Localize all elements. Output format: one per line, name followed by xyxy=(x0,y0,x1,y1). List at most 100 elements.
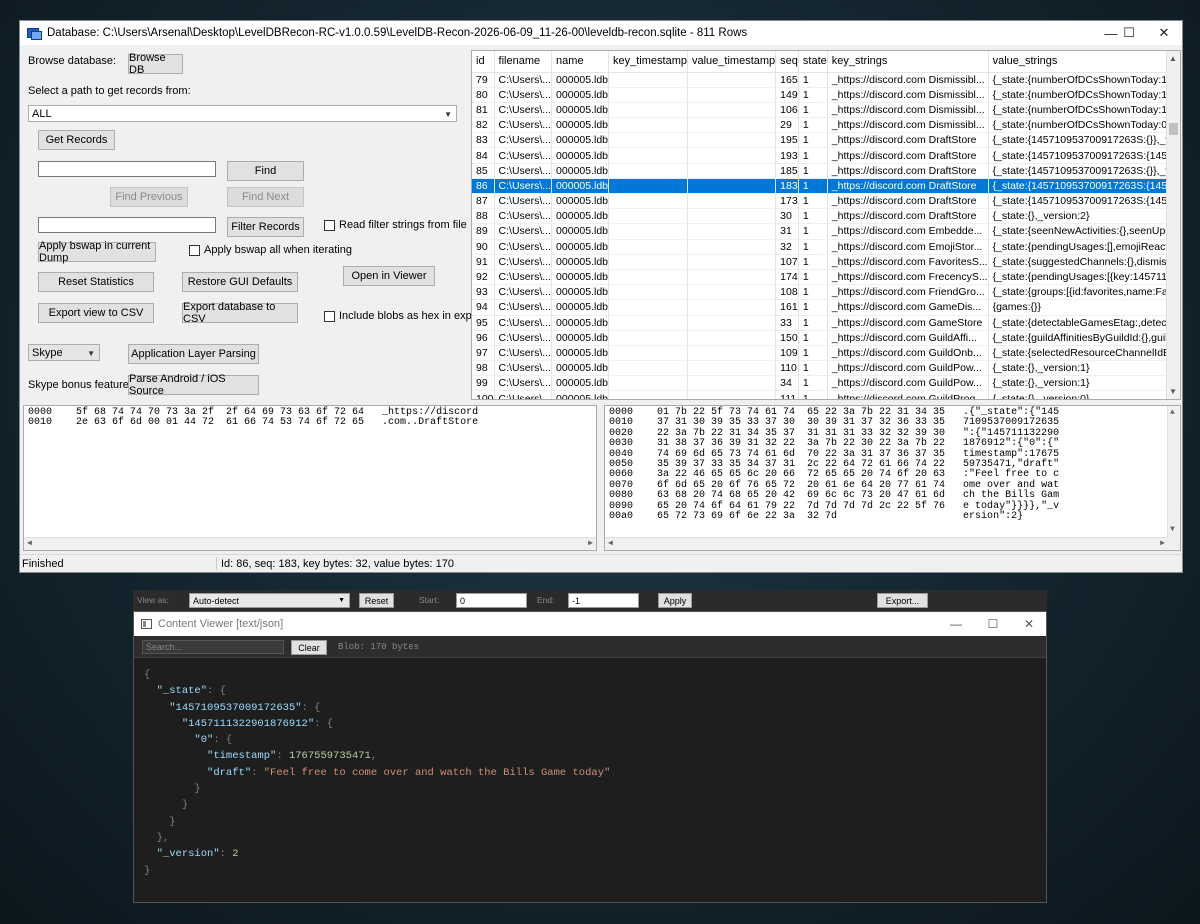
scroll-up-icon[interactable]: ▲ xyxy=(1170,408,1175,418)
table-row[interactable]: 85 C:\Users\... 000005.ldb 185 1 _https://dis… xyxy=(472,163,1180,179)
table-cell: _https://discord.com Dismissibl... xyxy=(827,87,989,103)
export-view-csv-button[interactable]: Export view to CSV xyxy=(38,303,154,323)
table-row[interactable]: 86 C:\Users\... 000005.ldb 183 1 _https://dis… xyxy=(472,178,1180,195)
search-input[interactable]: Search... xyxy=(142,640,284,654)
table-cell: 29 xyxy=(775,117,799,134)
path-combo[interactable]: ALL ▼ xyxy=(28,105,457,122)
open-in-viewer-button[interactable]: Open in Viewer xyxy=(343,266,435,286)
find-button[interactable]: Find xyxy=(227,161,304,181)
export-button[interactable]: Export... xyxy=(877,593,928,608)
json-view[interactable]: { "_state": { "1457109537009172635": { "… xyxy=(134,658,1046,903)
reset-statistics-button[interactable]: Reset Statistics xyxy=(38,272,154,292)
table-row[interactable]: 80 C:\Users\... 000005.ldb 149 1 _https://dis… xyxy=(472,87,1180,103)
apply-bswap-all-checkbox[interactable]: Apply bswap all when iterating xyxy=(189,244,352,256)
table-row[interactable]: 83 C:\Users\... 000005.ldb 195 1 _https://dis… xyxy=(472,132,1180,149)
viewer-maximize-button[interactable]: ☐ xyxy=(976,612,1010,636)
table-row[interactable]: 82 C:\Users\... 000005.ldb 29 1 _https://disc… xyxy=(472,117,1180,134)
json-line: "draft": "Feel free to come over and wat… xyxy=(207,766,611,779)
scroll-thumb[interactable] xyxy=(1169,123,1178,135)
apply-button[interactable]: Apply xyxy=(658,593,692,608)
find-next-button[interactable]: Find Next xyxy=(227,187,304,207)
find-input[interactable] xyxy=(38,161,216,177)
table-cell: 34 xyxy=(775,375,799,392)
close-button[interactable]: ✕ xyxy=(1147,21,1181,45)
table-row[interactable]: 99 C:\Users\... 000005.ldb 34 1 _https://disc… xyxy=(472,375,1180,392)
table-row[interactable]: 94 C:\Users\... 000005.ldb 161 1 _https://dis… xyxy=(472,299,1180,316)
column-header-key-strings[interactable]: key_strings xyxy=(827,51,989,73)
application-layer-parsing-button[interactable]: Application Layer Parsing xyxy=(128,344,259,364)
value-hex-vertical-scrollbar[interactable]: ▲ ▼ xyxy=(1167,406,1180,550)
viewer-close-button[interactable]: ✕ xyxy=(1012,612,1046,636)
table-row[interactable]: 81 C:\Users\... 000005.ldb 106 1 _https://dis… xyxy=(472,102,1180,119)
start-input[interactable]: 0 xyxy=(456,593,527,608)
table-cell: 000005.ldb xyxy=(551,178,610,195)
view-as-combo[interactable]: Auto-detect ▼ xyxy=(189,593,350,608)
skype-combo[interactable]: Skype ▼ xyxy=(28,344,100,361)
key-hex-view[interactable]: 0000 5f 68 74 74 70 73 3a 2f 2f 64 69 73… xyxy=(23,405,597,551)
table-cell: _https://discord.com GuildPow... xyxy=(827,360,989,377)
table-cell: 95 xyxy=(472,315,495,331)
scroll-up-icon[interactable]: ▲ xyxy=(1169,54,1177,63)
restore-gui-defaults-button[interactable]: Restore GUI Defaults xyxy=(182,272,298,292)
table-cell: 1 xyxy=(798,375,828,392)
table-cell xyxy=(608,330,688,346)
table-row[interactable]: 90 C:\Users\... 000005.ldb 32 1 _https://disc… xyxy=(472,239,1180,255)
table-row[interactable]: 84 C:\Users\... 000005.ldb 193 1 _https://dis… xyxy=(472,147,1180,164)
column-header-filename[interactable]: filename xyxy=(494,51,553,73)
json-line: "timestamp": 1767559735471, xyxy=(207,750,378,763)
table-row[interactable]: 97 C:\Users\... 000005.ldb 109 1 _https://dis… xyxy=(472,345,1180,362)
table-row[interactable]: 89 C:\Users\... 000005.ldb 31 1 _https://disc… xyxy=(472,223,1180,240)
table-row[interactable]: 98 C:\Users\... 000005.ldb 110 1 _https://dis… xyxy=(472,360,1180,377)
browse-db-button[interactable]: Browse DB xyxy=(128,52,183,76)
get-records-button[interactable]: Get Records xyxy=(38,130,115,150)
table-row[interactable]: 88 C:\Users\... 000005.ldb 30 1 _https://disc… xyxy=(472,208,1180,225)
column-header-name[interactable]: name xyxy=(551,51,610,73)
include-blobs-checkbox[interactable]: Include blobs as hex in export xyxy=(324,310,485,322)
table-cell xyxy=(608,299,688,316)
column-header-state[interactable]: state xyxy=(798,51,828,73)
records-grid[interactable]: id filename name key_timestamp value_timesta… xyxy=(471,50,1181,400)
table-row[interactable]: 87 C:\Users\... 000005.ldb 173 1 _https://dis… xyxy=(472,193,1180,210)
scroll-right-icon[interactable]: ▶ xyxy=(1160,539,1165,549)
table-cell: _https://discord.com FrecencyS... xyxy=(827,269,989,286)
table-row[interactable]: 96 C:\Users\... 000005.ldb 150 1 _https://dis… xyxy=(472,330,1180,346)
table-row[interactable]: 91 C:\Users\... 000005.ldb 107 1 _https://dis… xyxy=(472,254,1180,270)
table-row[interactable]: 95 C:\Users\... 000005.ldb 33 1 _https://disc… xyxy=(472,315,1180,331)
filter-records-button[interactable]: Filter Records xyxy=(227,217,304,237)
read-filter-checkbox[interactable]: Read filter strings from file xyxy=(324,219,467,231)
reset-button[interactable]: Reset xyxy=(359,593,394,608)
filter-input[interactable] xyxy=(38,217,216,233)
table-cell: 173 xyxy=(775,193,799,210)
table-row[interactable]: 79 C:\Users\... 000005.ldb 165 1 _https://dis… xyxy=(472,72,1180,88)
scroll-left-icon[interactable]: ◀ xyxy=(608,539,613,549)
clear-button[interactable]: Clear xyxy=(291,640,327,655)
table-row[interactable]: 92 C:\Users\... 000005.ldb 174 1 _https://dis… xyxy=(472,269,1180,286)
scroll-down-icon[interactable]: ▼ xyxy=(1170,525,1175,535)
value-hex-horizontal-scrollbar[interactable]: ◀ ▶ xyxy=(605,537,1168,550)
scroll-left-icon[interactable]: ◀ xyxy=(27,539,32,549)
column-header-seq[interactable]: seq xyxy=(775,51,799,73)
column-header-id[interactable]: id xyxy=(472,51,495,73)
value-hex-view[interactable]: 0000 01 7b 22 5f 73 74 61 74 65 22 3a 7b… xyxy=(604,405,1181,551)
apply-bswap-button[interactable]: Apply bswap in current Dump xyxy=(38,240,156,264)
json-line: "_state": { xyxy=(156,685,226,698)
parse-android-ios-button[interactable]: Parse Android / iOS Source xyxy=(128,373,259,397)
table-row[interactable]: 100 C:\Users\... 000005.ldb 111 1 _https://di… xyxy=(472,390,1180,399)
json-string: "Feel free to come over and watch the Bi… xyxy=(263,766,611,779)
maximize-button[interactable]: ☐ xyxy=(1112,21,1146,45)
scroll-down-icon[interactable]: ▼ xyxy=(1169,387,1177,396)
find-previous-button[interactable]: Find Previous xyxy=(110,187,188,207)
table-cell: C:\Users\... xyxy=(494,102,553,119)
grid-vertical-scrollbar[interactable]: ▲ ▼ xyxy=(1166,51,1180,399)
key-hex-horizontal-scrollbar[interactable]: ◀ ▶ xyxy=(24,537,596,550)
export-database-csv-button[interactable]: Export database to CSV xyxy=(182,301,298,325)
column-header-value-timestamp[interactable]: value_timestamp xyxy=(687,51,777,73)
end-input[interactable]: -1 xyxy=(568,593,639,608)
table-row[interactable]: 93 C:\Users\... 000005.ldb 108 1 _https://dis… xyxy=(472,284,1180,301)
table-cell: 1 xyxy=(798,254,828,270)
viewer-minimize-button[interactable]: — xyxy=(939,612,973,636)
column-header-value-strings[interactable]: value_strings xyxy=(988,51,1180,73)
window-icon xyxy=(141,619,152,629)
scroll-right-icon[interactable]: ▶ xyxy=(588,539,593,549)
column-header-key-timestamp[interactable]: key_timestamp xyxy=(608,51,688,73)
